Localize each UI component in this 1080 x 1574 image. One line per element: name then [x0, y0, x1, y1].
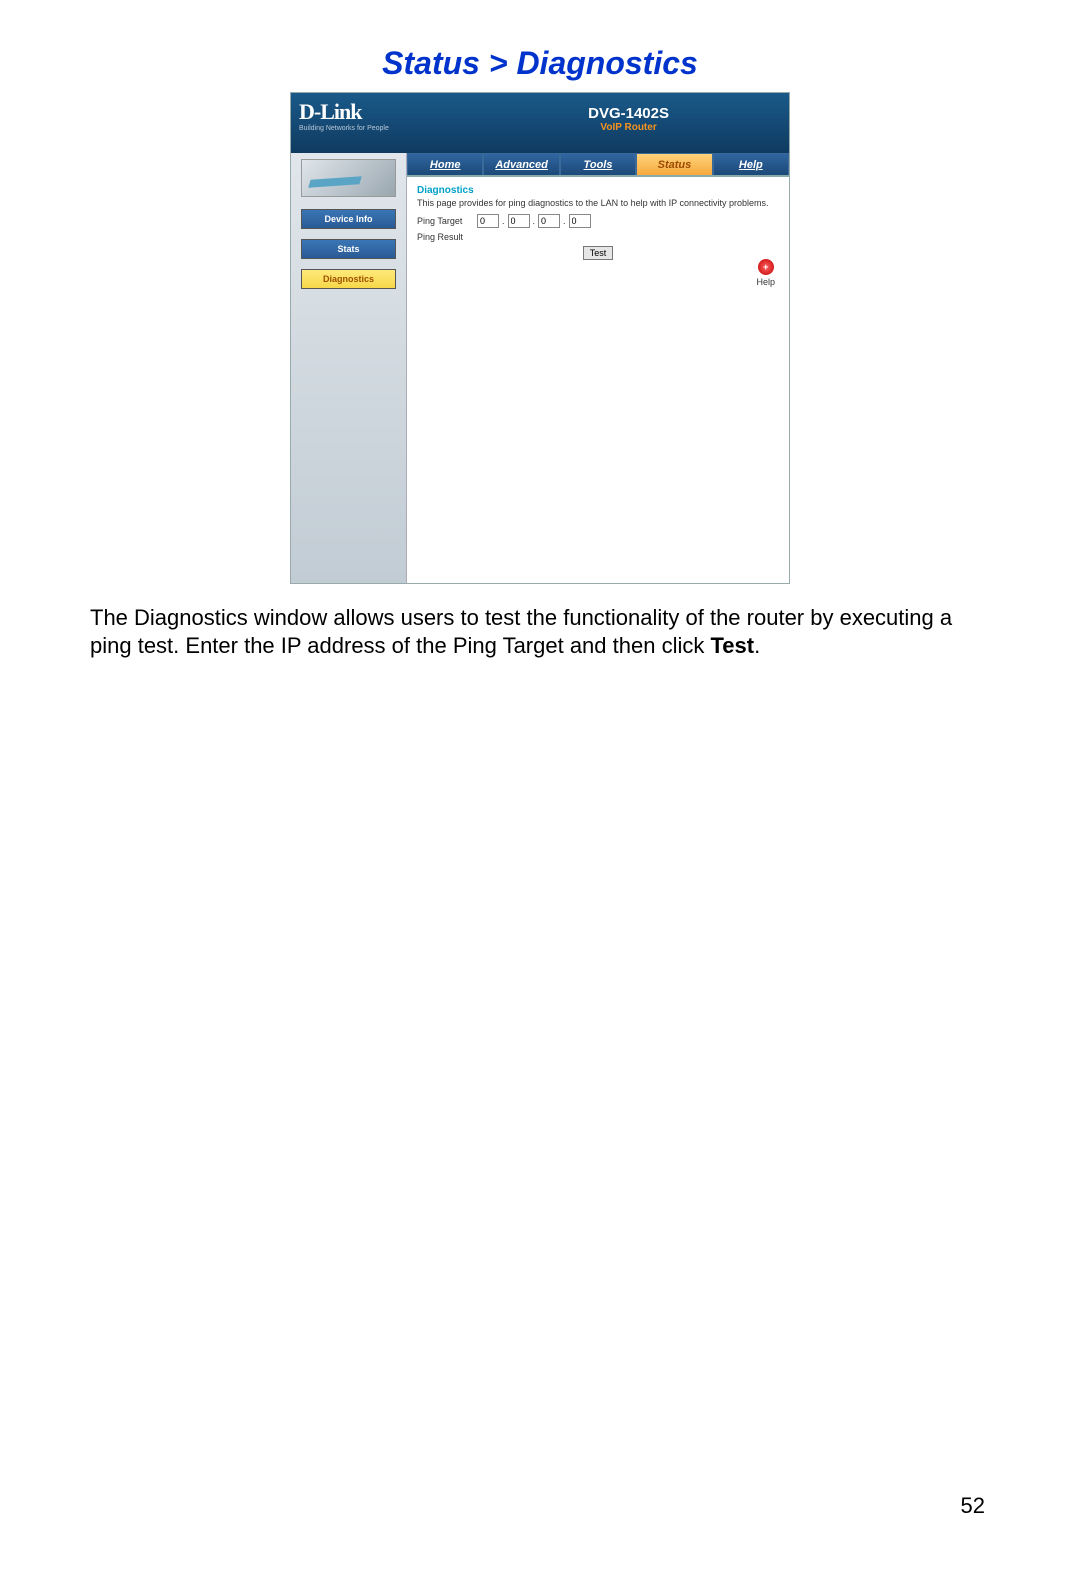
doc-text-bold: Test — [710, 633, 754, 658]
sidebar-item-device-info[interactable]: Device Info — [301, 209, 396, 229]
device-image — [301, 159, 396, 197]
page-number: 52 — [961, 1493, 985, 1519]
tab-help[interactable]: Help — [713, 153, 789, 175]
ping-target-label: Ping Target — [417, 216, 477, 226]
logo-tagline: Building Networks for People — [299, 125, 389, 132]
ip-octet-1[interactable] — [477, 214, 499, 228]
section-title: Diagnostics — [417, 185, 779, 196]
test-button[interactable]: Test — [583, 246, 614, 260]
doc-text-after: . — [754, 633, 760, 658]
content-area: Diagnostics This page provides for ping … — [407, 177, 789, 583]
main-panel: Home Advanced Tools Status Help Diagnost… — [406, 153, 789, 583]
doc-text-before: The Diagnostics window allows users to t… — [90, 605, 952, 658]
model-subtitle: VoIP Router — [588, 122, 669, 133]
model-block: DVG-1402S VoIP Router — [588, 105, 669, 133]
dot-icon: . — [502, 216, 505, 226]
header-bar: D-Link Building Networks for People DVG-… — [291, 93, 789, 153]
ping-result-row: Ping Result — [417, 232, 779, 242]
router-screenshot: D-Link Building Networks for People DVG-… — [290, 92, 790, 584]
sidebar: Device Info Stats Diagnostics — [291, 153, 406, 583]
ip-octet-4[interactable] — [569, 214, 591, 228]
ip-octet-2[interactable] — [508, 214, 530, 228]
ip-octet-3[interactable] — [538, 214, 560, 228]
help-label: Help — [756, 277, 775, 287]
help-icon: + — [758, 259, 774, 275]
page-title: Status > Diagnostics — [0, 45, 1080, 82]
logo-text: D-Link — [299, 99, 389, 125]
tab-status[interactable]: Status — [636, 153, 712, 175]
section-description: This page provides for ping diagnostics … — [417, 198, 779, 208]
document-paragraph: The Diagnostics window allows users to t… — [90, 604, 990, 659]
tab-home[interactable]: Home — [407, 153, 483, 175]
dot-icon: . — [563, 216, 566, 226]
dot-icon: . — [533, 216, 536, 226]
model-name: DVG-1402S — [588, 105, 669, 122]
logo-area: D-Link Building Networks for People — [299, 99, 389, 132]
ping-result-label: Ping Result — [417, 232, 477, 242]
tab-tools[interactable]: Tools — [560, 153, 636, 175]
tab-advanced[interactable]: Advanced — [483, 153, 559, 175]
help-button[interactable]: + Help — [756, 259, 775, 287]
sidebar-item-diagnostics[interactable]: Diagnostics — [301, 269, 396, 289]
ping-target-row: Ping Target . . . — [417, 214, 779, 228]
tab-row: Home Advanced Tools Status Help — [407, 153, 789, 177]
sidebar-item-stats[interactable]: Stats — [301, 239, 396, 259]
